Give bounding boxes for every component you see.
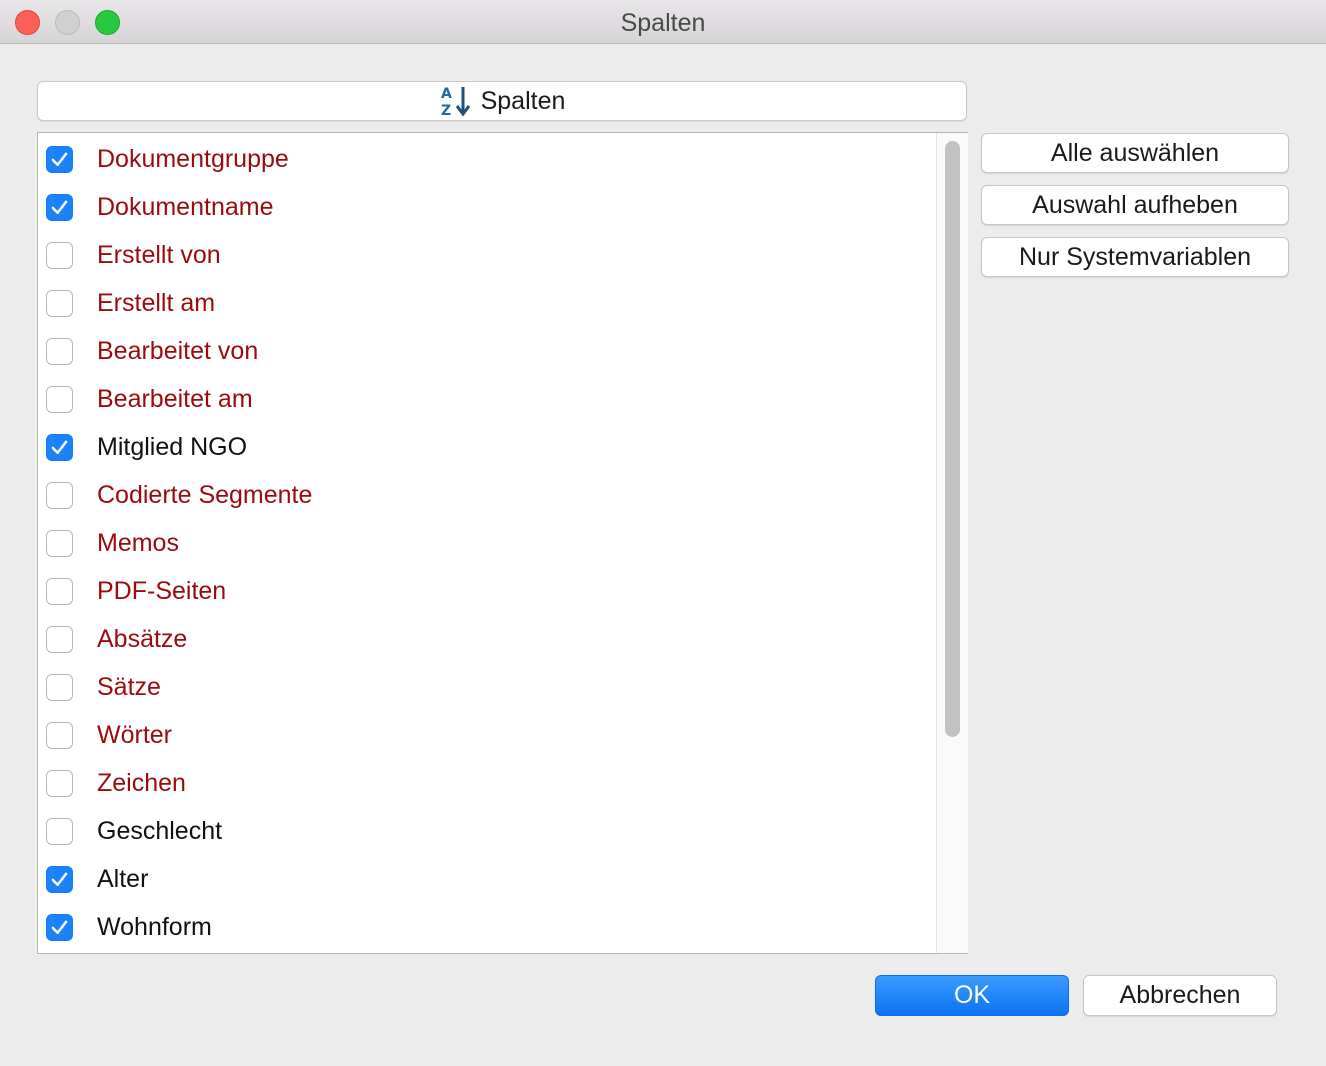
column-label: PDF-Seiten (97, 576, 227, 605)
column-checkbox[interactable] (46, 577, 73, 605)
column-checkbox[interactable] (46, 145, 73, 173)
sort-columns-button[interactable]: A Z Spalten (37, 81, 967, 121)
column-label: Sätze (97, 672, 161, 701)
column-label: Mitglied NGO (97, 432, 248, 461)
cancel-button[interactable]: Abbrechen (1083, 975, 1277, 1016)
column-label: Erstellt von (97, 240, 221, 269)
list-item[interactable]: Wohnform (38, 903, 934, 951)
scrollbar-thumb[interactable] (945, 141, 960, 737)
deselect-all-button[interactable]: Auswahl aufheben (981, 185, 1289, 225)
column-checkbox[interactable] (46, 433, 73, 461)
column-label: Erstellt am (97, 288, 216, 317)
column-checkbox[interactable] (46, 529, 73, 557)
list-item[interactable]: Codierte Segmente (38, 471, 934, 519)
column-label: Absätze (97, 624, 188, 653)
checkmark-icon (51, 200, 68, 214)
select-all-button[interactable]: Alle auswählen (981, 133, 1289, 173)
column-label: Bearbeitet von (97, 336, 259, 365)
list-item[interactable]: Memos (38, 519, 934, 567)
system-variables-only-button[interactable]: Nur Systemvariablen (981, 237, 1289, 277)
column-checkbox[interactable] (46, 721, 73, 749)
column-label: Memos (97, 528, 179, 557)
column-checkbox[interactable] (46, 769, 73, 797)
list-item[interactable]: Zeichen (38, 759, 934, 807)
list-item[interactable]: Wörter (38, 711, 934, 759)
list-item[interactable]: Alter (38, 855, 934, 903)
columns-list[interactable]: Dokumentgruppe Dokumentname Erstellt von Er… (37, 132, 968, 954)
checkmark-icon (51, 920, 68, 934)
list-item[interactable]: Mitglied NGO (38, 423, 934, 471)
column-label: Wohnform (97, 912, 212, 941)
column-checkbox[interactable] (46, 817, 73, 845)
checkmark-icon (51, 152, 68, 166)
scrollbar-track[interactable] (936, 133, 968, 953)
column-checkbox[interactable] (46, 289, 73, 317)
list-item[interactable]: PDF-Seiten (38, 567, 934, 615)
list-item[interactable]: Bearbeitet von (38, 327, 934, 375)
column-checkbox[interactable] (46, 481, 73, 509)
column-label: Alter (97, 864, 149, 893)
column-checkbox[interactable] (46, 865, 73, 893)
column-label: Dokumentgruppe (97, 144, 289, 173)
column-label: Wörter (97, 720, 172, 749)
column-label: Zeichen (97, 768, 186, 797)
column-label: Geschlecht (97, 816, 223, 845)
list-item[interactable]: Geschlecht (38, 807, 934, 855)
column-label: Dokumentname (97, 192, 274, 221)
ok-button[interactable]: OK (875, 975, 1069, 1016)
column-checkbox[interactable] (46, 337, 73, 365)
column-checkbox[interactable] (46, 673, 73, 701)
list-item[interactable]: Bearbeitet am (38, 375, 934, 423)
list-item[interactable]: Dokumentgruppe (38, 135, 934, 183)
column-checkbox[interactable] (46, 193, 73, 221)
column-checkbox[interactable] (46, 625, 73, 653)
column-label: Codierte Segmente (97, 480, 313, 509)
list-item[interactable]: Dokumentname (38, 183, 934, 231)
list-item[interactable]: Erstellt von (38, 231, 934, 279)
column-checkbox[interactable] (46, 241, 73, 269)
list-item[interactable]: Erstellt am (38, 279, 934, 327)
list-item[interactable]: Sätze (38, 663, 934, 711)
column-label: Bearbeitet am (97, 384, 253, 413)
svg-text:Z: Z (441, 103, 451, 118)
window-title: Spalten (620, 9, 706, 37)
columns-dialog: Spalten A Z Spalten Dokumentgruppe Dokume… (0, 0, 1326, 1066)
checkmark-icon (51, 872, 68, 886)
title-bar: Spalten (0, 0, 1326, 44)
column-checkbox[interactable] (46, 913, 73, 941)
svg-text:A: A (441, 86, 452, 102)
sort-label: Spalten (480, 86, 566, 115)
column-checkbox[interactable] (46, 385, 73, 413)
sort-az-icon: A Z (441, 86, 470, 118)
list-item[interactable]: Absätze (38, 615, 934, 663)
checkmark-icon (51, 440, 68, 454)
